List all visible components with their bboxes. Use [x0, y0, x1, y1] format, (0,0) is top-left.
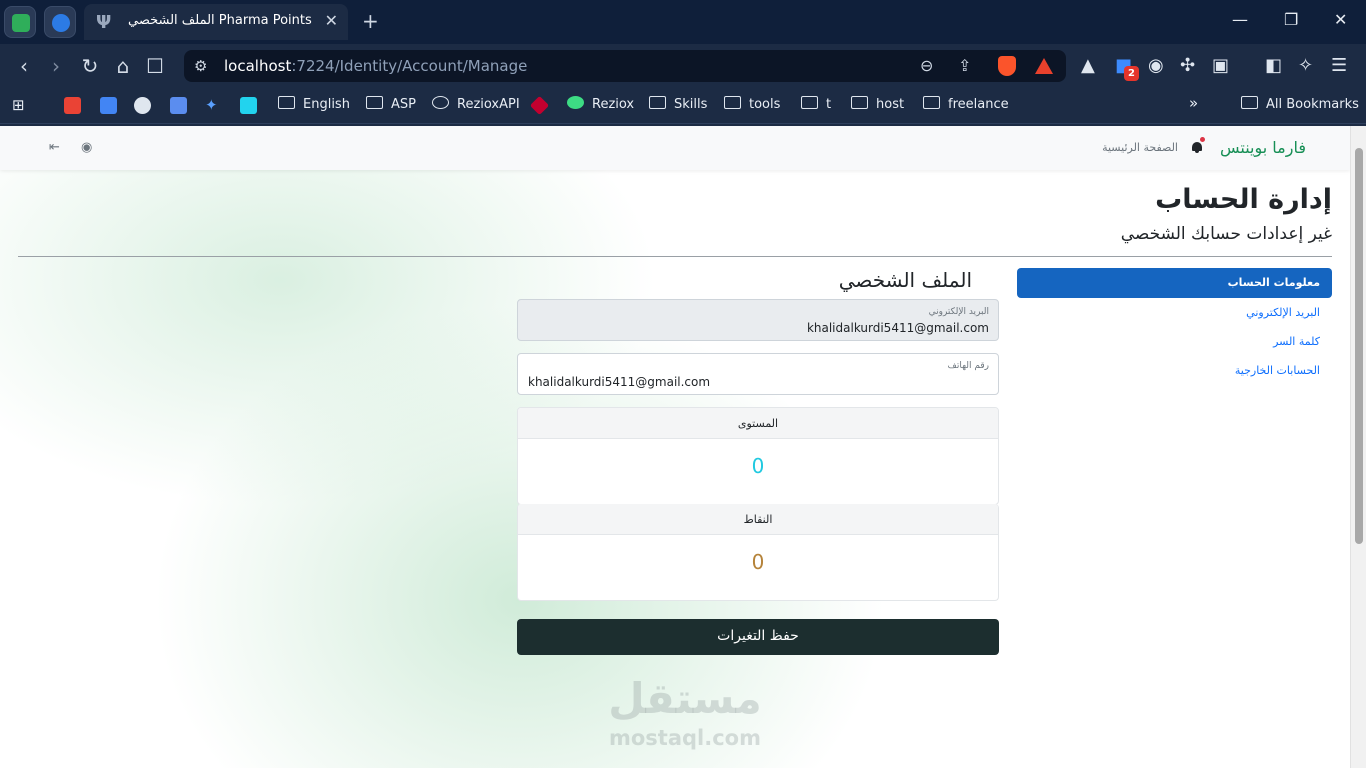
divider: [18, 256, 1332, 257]
extensions-puzzle-icon[interactable]: ✣: [1180, 55, 1195, 76]
watermark-arabic: مستقل: [608, 674, 762, 723]
folder-icon: [366, 96, 383, 109]
chatgpt-icon[interactable]: [134, 97, 151, 114]
all-bookmarks[interactable]: All Bookmarks: [1241, 96, 1359, 116]
email-label: البريد الإلكتروني: [928, 307, 989, 317]
address-bar[interactable]: ⚙ localhost:7224/Identity/Account/Manage…: [184, 50, 1066, 82]
extension-badge: 2: [1124, 66, 1139, 81]
save-changes-button[interactable]: حفظ التغيرات: [517, 619, 999, 655]
nav-email[interactable]: البريد الإلكتروني: [1017, 298, 1332, 327]
gemini-icon[interactable]: ✦: [205, 96, 218, 116]
gmail-icon[interactable]: [64, 97, 81, 114]
bookmark-t[interactable]: t: [801, 96, 831, 116]
bookmark-tools[interactable]: tools: [724, 96, 780, 116]
github-icon: [432, 96, 449, 109]
bookmark-host[interactable]: host: [851, 96, 904, 116]
bookmark-cyan-icon[interactable]: [240, 97, 257, 114]
logout-icon[interactable]: ⇤: [49, 140, 60, 155]
folder-icon: [649, 96, 666, 109]
email-field[interactable]: البريد الإلكتروني khalidalkurdi5411@gmai…: [517, 299, 999, 341]
close-tab-icon[interactable]: ✕: [325, 11, 338, 30]
notification-dot: [1200, 137, 1205, 142]
bookmark-rezioxapi[interactable]: RezioxAPI: [432, 96, 520, 116]
pinned-tab-sheets[interactable]: [4, 6, 36, 38]
menu-icon[interactable]: ☰: [1331, 55, 1347, 76]
share-icon[interactable]: ⇪: [958, 56, 971, 75]
level-value: 0: [751, 454, 765, 478]
screenshot-icon[interactable]: ▣: [1212, 55, 1229, 76]
scrollbar-thumb[interactable]: [1355, 148, 1363, 544]
phone-field[interactable]: رقم الهاتف khalidalkurdi5411@gmail.com: [517, 353, 999, 395]
folder-icon: [1241, 96, 1258, 109]
profile-icon[interactable]: ◉: [81, 140, 92, 155]
deepl-icon[interactable]: [170, 97, 187, 114]
brave-shields-icon[interactable]: [998, 56, 1016, 76]
home-link[interactable]: الصفحة الرئيسية: [1102, 141, 1178, 154]
browser-title-bar: Ψ الملف الشخصي Pharma Points ✕ + — ❐ ✕: [0, 0, 1366, 44]
page-viewport: فارما بوينتس الصفحة الرئيسية ◉ ⇤ إدارة ا…: [0, 126, 1350, 768]
bookmark-freelance[interactable]: freelance: [923, 96, 1009, 116]
translate-icon[interactable]: [100, 97, 117, 114]
nav-account-info[interactable]: معلومات الحساب: [1017, 268, 1332, 298]
pinned-tab-reader[interactable]: [44, 6, 76, 38]
points-label: النقاط: [518, 504, 998, 535]
brand-link[interactable]: فارما بوينتس: [1220, 138, 1306, 157]
folder-icon: [801, 96, 818, 109]
level-label: المستوى: [518, 408, 998, 439]
phone-label: رقم الهاتف: [947, 361, 989, 371]
folder-icon: [851, 96, 868, 109]
reader-icon: [52, 14, 70, 32]
active-tab[interactable]: Ψ الملف الشخصي Pharma Points ✕: [84, 4, 348, 40]
maximize-icon[interactable]: ❐: [1284, 10, 1298, 29]
nav-password[interactable]: كلمة السر: [1017, 327, 1332, 356]
bookmark-page-icon[interactable]: ☐: [143, 54, 167, 78]
page-title: إدارة الحساب: [1155, 184, 1332, 215]
profile-heading: الملف الشخصي: [838, 268, 972, 292]
level-card: المستوى 0: [517, 407, 999, 505]
page-subtitle: غير إعدادات حسابك الشخصي: [1120, 224, 1332, 244]
forward-icon[interactable]: ›: [44, 54, 68, 78]
bookmark-skills[interactable]: Skills: [649, 96, 707, 116]
zoom-icon[interactable]: ⊖: [920, 56, 933, 75]
browser-toolbar: ‹ › ↻ ⌂ ☐ ⚙ localhost:7224/Identity/Acco…: [0, 44, 1366, 88]
bookmark-english[interactable]: English: [278, 96, 350, 116]
watermark-english: mostaql.com: [609, 726, 761, 750]
close-window-icon[interactable]: ✕: [1334, 10, 1347, 29]
apps-grid-icon[interactable]: ⊞: [12, 96, 25, 116]
new-tab-button[interactable]: +: [362, 9, 379, 33]
folder-icon: [923, 96, 940, 109]
folder-icon: [278, 96, 295, 109]
bookmarks-overflow-icon[interactable]: »: [1189, 94, 1198, 114]
nav-external-logins[interactable]: الحسابات الخارجية: [1017, 356, 1332, 385]
angular-icon[interactable]: [529, 95, 550, 116]
phone-value: khalidalkurdi5411@gmail.com: [528, 375, 711, 389]
bookmarks-bar: ⊞ ✦ English ASP RezioxAPI Reziox Skills …: [0, 88, 1366, 124]
points-value: 0: [751, 550, 765, 574]
bookmark-reziox[interactable]: Reziox: [567, 96, 634, 116]
tab-title: الملف الشخصي Pharma Points: [128, 13, 312, 28]
reload-icon[interactable]: ↻: [78, 54, 102, 78]
brave-rewards-icon[interactable]: [1035, 58, 1053, 74]
minimize-icon[interactable]: —: [1232, 10, 1248, 29]
home-icon[interactable]: ⌂: [111, 54, 135, 78]
back-icon[interactable]: ‹: [12, 54, 36, 78]
points-card: النقاط 0: [517, 504, 999, 601]
sidebar-toggle-icon[interactable]: ◧: [1265, 55, 1282, 76]
page-scrollbar[interactable]: [1350, 126, 1366, 768]
manage-sidenav: معلومات الحساب البريد الإلكتروني كلمة ال…: [1017, 268, 1332, 385]
bookmark-asp[interactable]: ASP: [366, 96, 416, 116]
sheets-icon: [12, 14, 30, 32]
folder-icon: [724, 96, 741, 109]
app-navbar: فارما بوينتس الصفحة الرئيسية ◉ ⇤: [0, 126, 1350, 170]
notification-bell-icon[interactable]: [1191, 137, 1205, 154]
extension-speed-icon[interactable]: ◉: [1148, 55, 1164, 76]
site-info-icon[interactable]: ⚙: [194, 57, 207, 75]
android-icon: [567, 96, 584, 109]
pharma-favicon: Ψ: [96, 12, 112, 33]
extension-mountain-icon[interactable]: ▲: [1081, 55, 1095, 76]
email-value: khalidalkurdi5411@gmail.com: [806, 321, 989, 335]
leo-ai-icon[interactable]: ✧: [1298, 55, 1313, 76]
url-text[interactable]: localhost:7224/Identity/Account/Manage: [224, 57, 527, 75]
